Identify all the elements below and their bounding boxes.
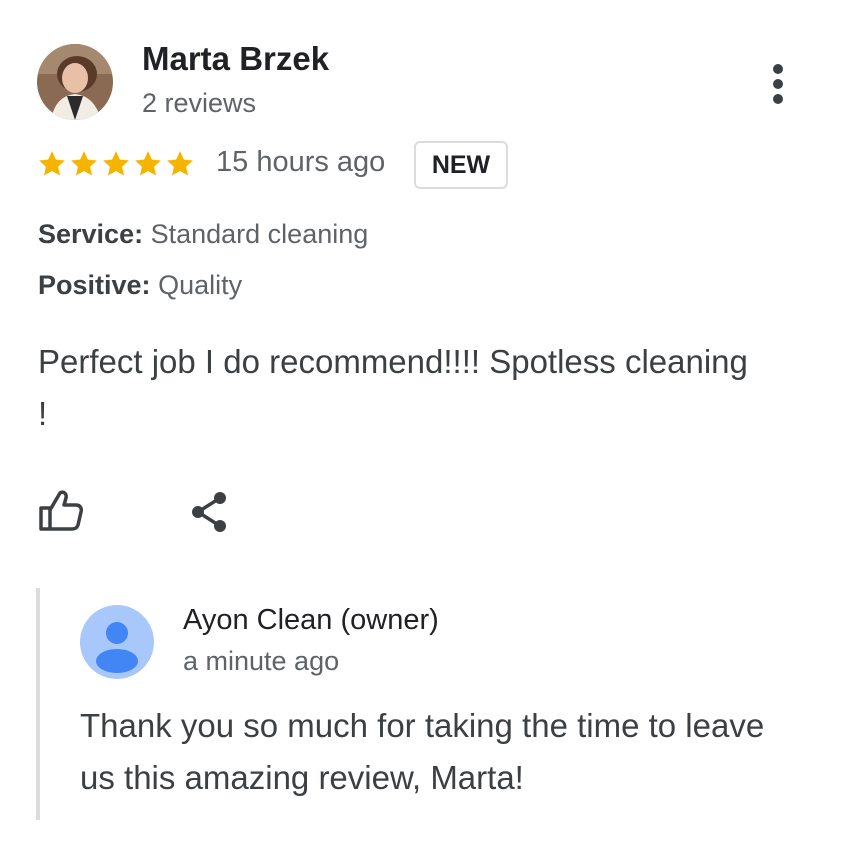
- owner-reply-text: Thank you so much for taking the time to…: [80, 707, 765, 796]
- owner-name: Ayon Clean (owner): [183, 604, 439, 636]
- thumbs-up-icon[interactable]: [38, 488, 84, 532]
- positive-attribute: Positive: Quality: [38, 270, 242, 301]
- reviewer-name[interactable]: Marta Brzek: [142, 40, 329, 78]
- service-attribute: Service: Standard cleaning: [38, 219, 368, 250]
- star-icon: [135, 151, 161, 176]
- reviewer-review-count[interactable]: 2 reviews: [142, 88, 256, 119]
- share-icon[interactable]: [190, 490, 230, 534]
- star-rating: [37, 145, 195, 183]
- star-icon: [167, 151, 193, 176]
- reviewer-avatar[interactable]: [37, 44, 113, 120]
- more-vert-icon[interactable]: [764, 62, 792, 106]
- positive-value: Quality: [158, 270, 243, 300]
- person-icon: [80, 605, 154, 679]
- service-label: Service:: [38, 219, 144, 249]
- owner-avatar: [80, 605, 154, 679]
- star-icon: [71, 151, 97, 176]
- reply-divider: [36, 588, 40, 820]
- new-badge: NEW: [414, 141, 508, 189]
- positive-label: Positive:: [38, 270, 151, 300]
- owner-reply-time: a minute ago: [183, 646, 340, 676]
- star-icon: [103, 151, 129, 176]
- review-text: Perfect job I do recommend!!!! Spotless …: [38, 343, 748, 432]
- review-time: 15 hours ago: [216, 146, 386, 178]
- service-value: Standard cleaning: [150, 219, 369, 249]
- star-icon: [39, 151, 65, 176]
